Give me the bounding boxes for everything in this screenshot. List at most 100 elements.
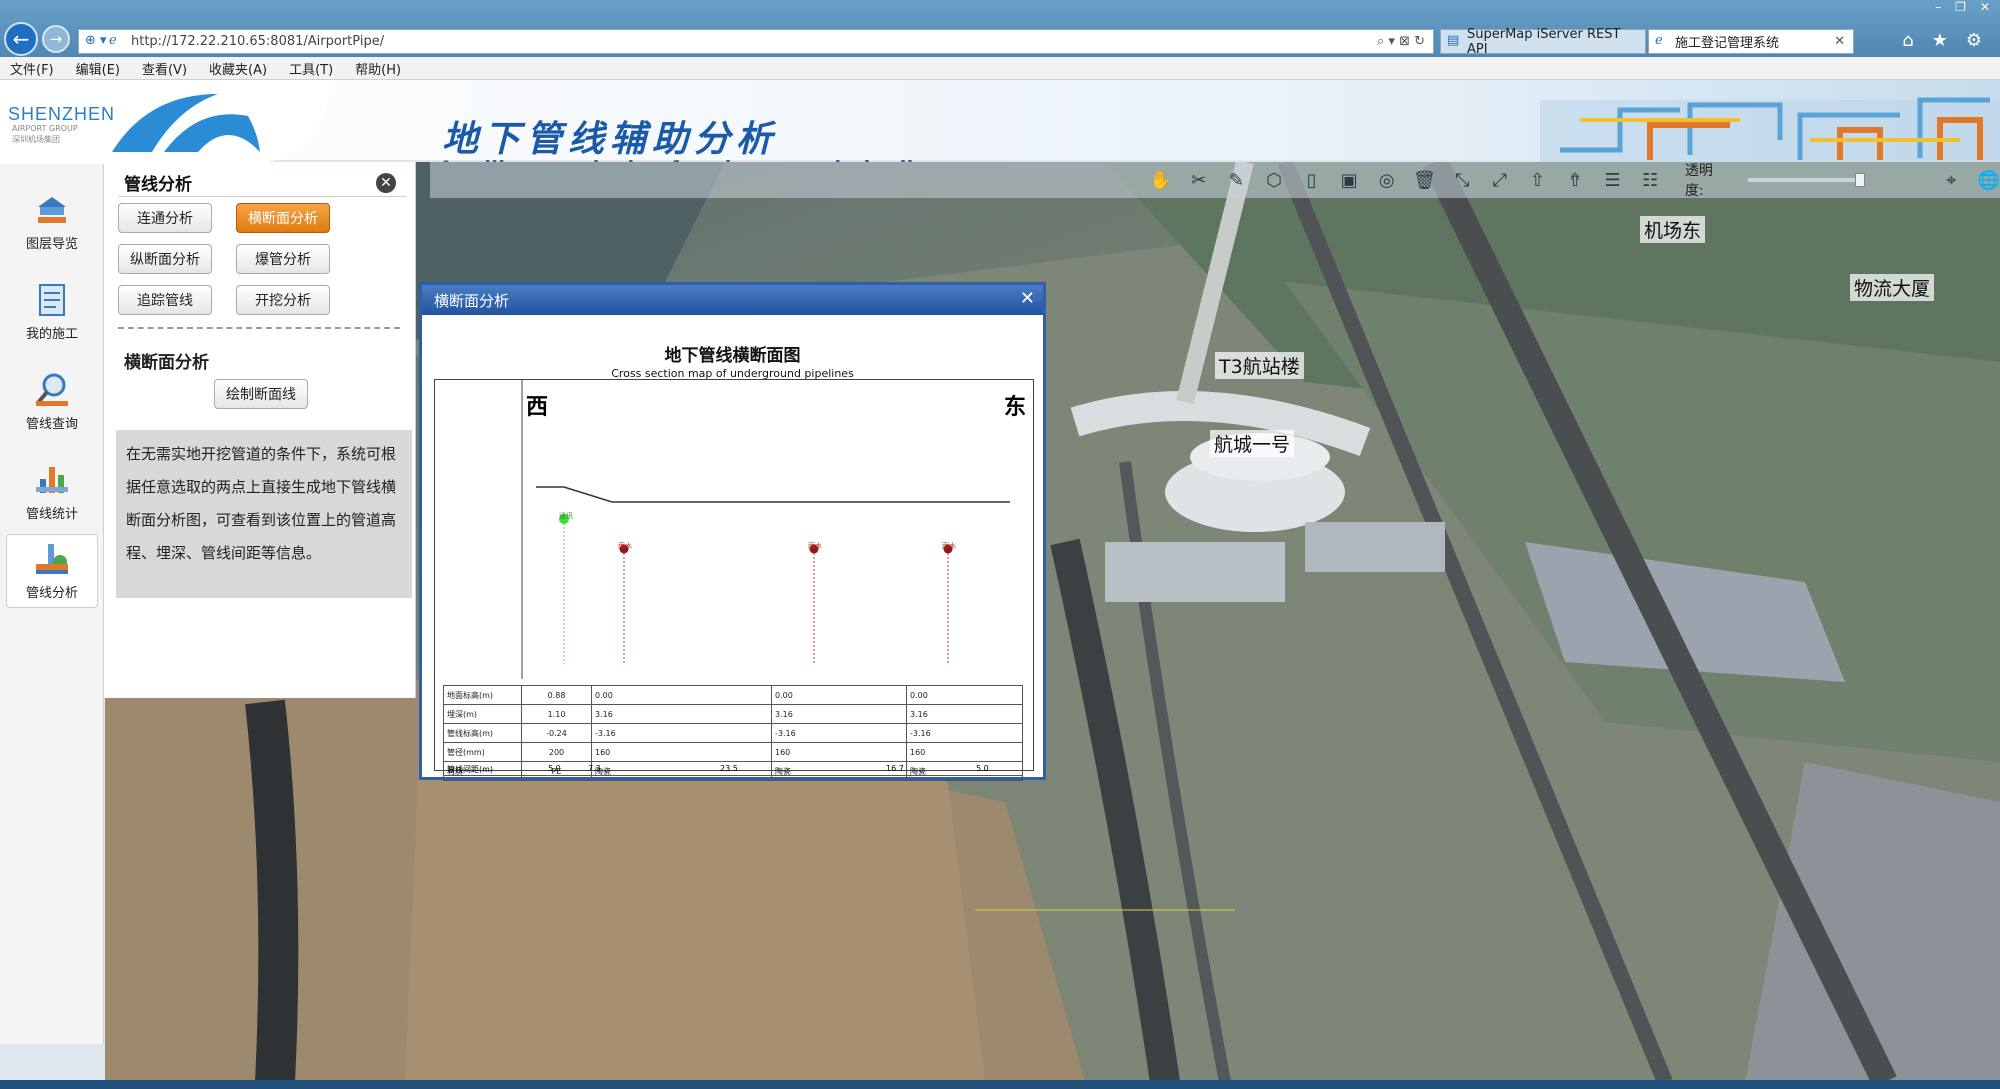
search-refresh-icons[interactable]: ⌕ ▾ ⊠ ↻ [1377, 34, 1425, 49]
table-cell: 160 [906, 742, 1023, 762]
forward-button[interactable]: → [42, 25, 70, 53]
menu-tools[interactable]: 工具(T) [289, 59, 333, 78]
dialog-body: 地下管线横断面图 Cross section map of undergroun… [422, 315, 1043, 781]
tab-label: SuperMap iServer REST API [1467, 26, 1621, 57]
layer-a-icon[interactable]: ☰ [1602, 169, 1624, 191]
row-label: 埋深(m) [443, 704, 522, 724]
maximize-icon[interactable]: ❐ [1955, 0, 1966, 16]
globe-icon[interactable]: 🌐 [1978, 169, 2000, 191]
opacity-slider[interactable] [1746, 173, 1866, 187]
nav-label: 管线分析 [25, 586, 78, 601]
map-label-hangcheng: 航城一号 [1210, 430, 1295, 457]
table-cell: -3.16 [591, 723, 772, 743]
pipeline-header-art [1540, 97, 2000, 162]
tab-close-icon[interactable]: ✕ [1834, 34, 1845, 49]
distance-value: 16.7 [886, 764, 904, 773]
nav-pipe-statistics[interactable]: 管线统计 [6, 454, 98, 528]
trace-pipeline-button[interactable]: 追踪管线 [118, 285, 212, 315]
table-cell: 3.16 [591, 704, 772, 724]
layer-up-icon[interactable]: ⇮ [1564, 169, 1586, 191]
ie-icon: ℯ [109, 33, 117, 48]
nav-layer-browse[interactable]: 图层导览 [6, 184, 98, 258]
area-icon[interactable]: ⬡ [1263, 169, 1285, 191]
nav-my-construction[interactable]: 我的施工 [6, 274, 98, 348]
cross-section-drawing [521, 379, 1010, 679]
favorites-icon[interactable]: ★ [1932, 30, 1948, 51]
dialog-close-icon[interactable]: ✕ [1020, 288, 1035, 309]
distance-value: 7.3 [588, 764, 601, 773]
excavation-analysis-button[interactable]: 开挖分析 [236, 285, 330, 315]
burst-analysis-button[interactable]: 爆管分析 [236, 244, 330, 274]
table-cell: 0.00 [771, 685, 907, 705]
layer-b-icon[interactable]: ☷ [1639, 169, 1661, 191]
distance-value: 5.0 [976, 764, 989, 773]
nav-label: 图层导览 [25, 237, 78, 252]
page-title: 地下管线辅助分析 [442, 118, 779, 160]
panel-title: 管线分析 [124, 175, 192, 195]
connectivity-analysis-button[interactable]: 连通分析 [118, 203, 212, 233]
settings-icon[interactable]: ⚙ [1966, 30, 1982, 51]
table-cell: 1.10 [521, 704, 592, 724]
layer-browse-icon [38, 197, 66, 223]
window-controls: – ❐ ✕ [1935, 0, 1990, 16]
clear-icon[interactable]: 🗑 [1413, 169, 1436, 191]
home-icon[interactable]: ⌂ [1902, 30, 1913, 51]
map-label-logistics: 物流大厦 [1850, 274, 1935, 301]
row-label: 管径(mm) [443, 742, 522, 762]
table-row: 管径(mm) 200 160 160 160 [443, 742, 1023, 762]
opacity-slider-thumb[interactable] [1855, 173, 1866, 187]
opacity-label: 透明度: [1684, 163, 1713, 199]
table-cell: 3.16 [906, 704, 1023, 724]
tool-a-icon[interactable]: ⤡ [1451, 169, 1473, 191]
panel-close-button[interactable]: ✕ [376, 173, 396, 193]
minimize-icon[interactable]: – [1935, 0, 1941, 16]
zoom-extent-icon[interactable]: ◎ [1376, 169, 1398, 191]
draw-section-line-button[interactable]: 绘制断面线 [214, 379, 308, 409]
table-row: 管线标高(m) -0.24 -3.16 -3.16 -3.16 [443, 723, 1023, 743]
close-window-icon[interactable]: ✕ [1980, 0, 1990, 16]
table-cell: 160 [771, 742, 907, 762]
row-label: 地面标高(m) [443, 685, 522, 705]
construction-icon [39, 284, 65, 316]
tab-favicon-icon: ℯ [1655, 33, 1663, 48]
menu-help[interactable]: 帮助(H) [355, 59, 401, 78]
ruler-icon[interactable]: ✎ [1226, 169, 1248, 191]
tool-b-icon[interactable]: ⤢ [1489, 169, 1511, 191]
height-icon[interactable]: ▯ [1301, 169, 1323, 191]
nav-pipe-query[interactable]: 管线查询 [6, 364, 98, 438]
statistics-icon [36, 467, 68, 493]
dialog-title: 横断面分析 [434, 291, 510, 310]
map-label-t3-terminal: T3航站楼 [1215, 352, 1304, 379]
arrow-left-icon: ← [12, 27, 30, 51]
menu-edit[interactable]: 编辑(E) [76, 59, 120, 78]
nav-pipe-analysis[interactable]: 管线分析 [6, 534, 98, 608]
section-title: 横断面分析 [124, 353, 209, 373]
menu-favorites[interactable]: 收藏夹(A) [209, 59, 267, 78]
pan-hand-icon[interactable]: ✋ [1150, 169, 1172, 191]
menu-file[interactable]: 文件(F) [10, 59, 54, 78]
tab-favicon-icon: ▤ [1447, 33, 1460, 48]
map-label-jichangdong: 机场东 [1640, 216, 1706, 243]
fullscreen-icon[interactable]: ▣ [1338, 169, 1360, 191]
table-cell: 0.00 [591, 685, 772, 705]
locate-icon[interactable]: ⌖ [1940, 169, 1962, 191]
menu-view[interactable]: 查看(V) [142, 59, 187, 78]
table-cell: -3.16 [771, 723, 907, 743]
measure-icon[interactable]: ✂ [1188, 169, 1210, 191]
distance-value: 5.0 [548, 764, 561, 773]
dialog-titlebar[interactable]: 横断面分析 ✕ [422, 285, 1043, 315]
table-cell: -0.24 [521, 723, 592, 743]
row-label: 管线标高(m) [443, 723, 522, 743]
table-row: 地面标高(m) 0.88 0.00 0.00 0.00 [443, 685, 1023, 705]
tab-construction-system[interactable]: ℯ 施工登记管理系统 ✕ [1648, 29, 1854, 54]
longitudinal-section-button[interactable]: 纵断面分析 [118, 244, 212, 274]
back-button[interactable]: ← [4, 22, 38, 56]
tab-supermap[interactable]: ▤ SuperMap iServer REST API [1440, 26, 1646, 57]
cross-section-analysis-button[interactable]: 横断面分析 [236, 203, 330, 233]
raise-icon[interactable]: ⇧ [1527, 169, 1549, 191]
address-bar[interactable]: ⊕ ▾ ℯ http://172.22.210.65:8081/AirportP… [78, 29, 1434, 54]
address-text: http://172.22.210.65:8081/AirportPipe/ [131, 34, 385, 49]
table-cell: 200 [521, 742, 592, 762]
pipe-label: 雨水 [618, 542, 632, 550]
pipe-label: 雨水 [808, 542, 822, 550]
